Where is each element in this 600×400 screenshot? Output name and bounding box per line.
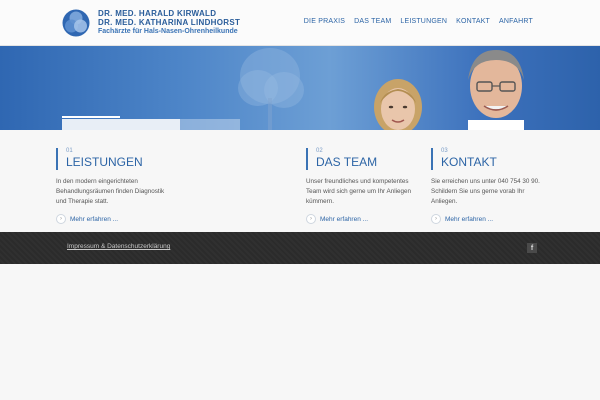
more-label[interactable]: Mehr erfahren ... [320,216,368,223]
teaser-text: Unser freundliches und kompetentes Team … [306,178,411,205]
teaser-text: In den modern eingerichteten Behandlungs… [56,178,165,205]
slider-progress [62,116,120,118]
chevron-right-icon: › [306,214,316,224]
tree-graphic [238,48,304,130]
portrait-woman [374,79,422,130]
chevron-right-icon: › [56,214,66,224]
nav-item-die-praxis[interactable]: DIE PRAXIS [304,18,345,25]
logo-name-2: Dr. med. Katharina Lindhorst [98,18,241,27]
more-label[interactable]: Mehr erfahren ... [445,216,493,223]
nav-item-kontakt[interactable]: KONTAKT [456,18,490,25]
teaser-text: Sie erreichen uns unter 040 754 30 90. S… [431,178,540,205]
teaser-heading: 03 KONTAKT [431,148,581,170]
logo-icon[interactable] [62,9,90,37]
teaser-number: 01 [66,148,73,154]
nav-item-anfahrt[interactable]: ANFAHRT [499,18,533,25]
nav-item-leistungen[interactable]: LEISTUNGEN [400,18,447,25]
teaser-kontakt: 03 KONTAKT Sie erreichen uns unter 040 7… [431,148,581,224]
slider-active-tab[interactable] [62,119,180,130]
logo-name-1: Dr. med. Harald Kirwald [98,9,217,18]
nav-item-das-team[interactable]: DAS TEAM [354,18,391,25]
hero-banner [0,46,600,130]
portrait-man [468,50,524,130]
site-header: Dr. med. Harald Kirwald Dr. med. Kathari… [0,0,600,46]
logo-tagline: Fachärzte für Hals-Nasen-Ohrenheilkunde [98,28,238,35]
main-nav: DIE PRAXIS DAS TEAM LEISTUNGEN KONTAKT A… [304,18,533,25]
teaser-title: KONTAKT [441,155,497,169]
facebook-icon[interactable]: f [527,243,537,253]
teaser-heading: 01 LEISTUNGEN [56,148,206,170]
more-label[interactable]: Mehr erfahren ... [70,216,118,223]
site-footer: Impressum & Datenschutzerklärung f [0,232,600,264]
teaser-title: LEISTUNGEN [66,155,143,169]
chevron-right-icon: › [431,214,441,224]
more-link[interactable]: › Mehr erfahren ... [56,214,206,224]
more-link[interactable]: › Mehr erfahren ... [431,214,581,224]
impressum-link[interactable]: Impressum & Datenschutzerklärung [67,243,170,250]
logo-text[interactable]: Dr. med. Harald Kirwald Dr. med. Kathari… [98,9,241,36]
teaser-number: 03 [441,148,448,154]
teaser-leistungen: 01 LEISTUNGEN In den modern eingerichtet… [56,148,206,224]
